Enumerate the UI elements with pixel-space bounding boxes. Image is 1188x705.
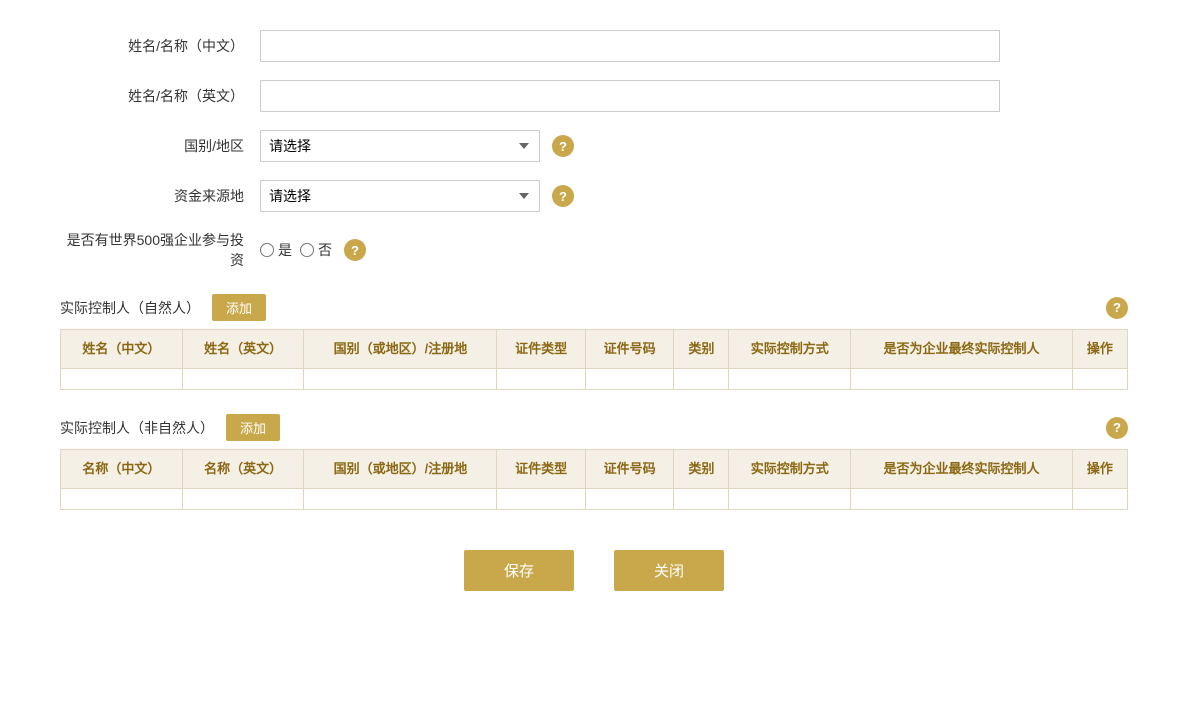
section1-header: 实际控制人（自然人） 添加 ? bbox=[60, 294, 1128, 321]
country-label: 国别/地区 bbox=[60, 136, 260, 156]
name-cn-row: 姓名/名称（中文） bbox=[60, 30, 1128, 62]
name-en-label: 姓名/名称（英文） bbox=[60, 86, 260, 106]
section1-col-name-en: 姓名（英文） bbox=[182, 330, 304, 369]
name-en-input[interactable] bbox=[260, 80, 1000, 112]
section2-col-name-en: 名称（英文） bbox=[182, 450, 304, 489]
fund-source-row: 资金来源地 请选择 ? bbox=[60, 180, 1128, 212]
form-container: 姓名/名称（中文） 姓名/名称（英文） 国别/地区 请选择 ? 资金来源地 请选… bbox=[60, 30, 1128, 591]
section2-col-is-ultimate: 是否为企业最终实际控制人 bbox=[851, 450, 1073, 489]
fund-source-select[interactable]: 请选择 bbox=[260, 180, 540, 212]
section2-col-name-cn: 名称（中文） bbox=[61, 450, 183, 489]
fund-source-help-icon[interactable]: ? bbox=[552, 185, 574, 207]
section2-col-operation: 操作 bbox=[1072, 450, 1127, 489]
section1-col-cert-no: 证件号码 bbox=[585, 330, 673, 369]
section1-title: 实际控制人（自然人） bbox=[60, 298, 200, 318]
footer-buttons: 保存 关闭 bbox=[60, 550, 1128, 591]
section2-col-country: 国别（或地区）/注册地 bbox=[304, 450, 497, 489]
yes-label: 是 bbox=[278, 240, 292, 260]
section1-col-name-cn: 姓名（中文） bbox=[61, 330, 183, 369]
close-button[interactable]: 关闭 bbox=[614, 550, 724, 591]
yes-radio[interactable] bbox=[260, 243, 274, 257]
section1-empty-row bbox=[61, 369, 1128, 390]
section1-header-row: 姓名（中文） 姓名（英文） 国别（或地区）/注册地 证件类型 证件号码 类别 实… bbox=[61, 330, 1128, 369]
country-row: 国别/地区 请选择 ? bbox=[60, 130, 1128, 162]
section2-add-button[interactable]: 添加 bbox=[226, 414, 280, 441]
section2-col-category: 类别 bbox=[674, 450, 729, 489]
section1-col-country: 国别（或地区）/注册地 bbox=[304, 330, 497, 369]
no-radio[interactable] bbox=[300, 243, 314, 257]
section2-table: 名称（中文） 名称（英文） 国别（或地区）/注册地 证件类型 证件号码 类别 实… bbox=[60, 449, 1128, 510]
fortune500-help-icon[interactable]: ? bbox=[344, 239, 366, 261]
country-select[interactable]: 请选择 bbox=[260, 130, 540, 162]
section1-table: 姓名（中文） 姓名（英文） 国别（或地区）/注册地 证件类型 证件号码 类别 实… bbox=[60, 329, 1128, 390]
section1-help-icon[interactable]: ? bbox=[1106, 297, 1128, 319]
section2-help-icon[interactable]: ? bbox=[1106, 417, 1128, 439]
fortune500-radio-group: 是 否 bbox=[260, 240, 332, 260]
section1-col-control-method: 实际控制方式 bbox=[729, 330, 851, 369]
section2-header-row: 名称（中文） 名称（英文） 国别（或地区）/注册地 证件类型 证件号码 类别 实… bbox=[61, 450, 1128, 489]
section2-col-control-method: 实际控制方式 bbox=[729, 450, 851, 489]
section1-col-is-ultimate: 是否为企业最终实际控制人 bbox=[851, 330, 1073, 369]
section1-col-category: 类别 bbox=[674, 330, 729, 369]
fortune500-row: 是否有世界500强企业参与投资 是 否 ? bbox=[60, 230, 1128, 270]
section1-col-cert-type: 证件类型 bbox=[497, 330, 585, 369]
section2-header: 实际控制人（非自然人） 添加 ? bbox=[60, 414, 1128, 441]
section1-col-operation: 操作 bbox=[1072, 330, 1127, 369]
section1-add-button[interactable]: 添加 bbox=[212, 294, 266, 321]
fund-source-label: 资金来源地 bbox=[60, 186, 260, 206]
yes-radio-label[interactable]: 是 bbox=[260, 240, 292, 260]
section2-col-cert-no: 证件号码 bbox=[585, 450, 673, 489]
save-button[interactable]: 保存 bbox=[464, 550, 574, 591]
name-en-row: 姓名/名称（英文） bbox=[60, 80, 1128, 112]
country-help-icon[interactable]: ? bbox=[552, 135, 574, 157]
section2-empty-row bbox=[61, 489, 1128, 510]
section2-title: 实际控制人（非自然人） bbox=[60, 418, 214, 438]
section2-col-cert-type: 证件类型 bbox=[497, 450, 585, 489]
name-cn-label: 姓名/名称（中文） bbox=[60, 36, 260, 56]
no-radio-label[interactable]: 否 bbox=[300, 240, 332, 260]
no-label: 否 bbox=[318, 240, 332, 260]
fortune500-label: 是否有世界500强企业参与投资 bbox=[60, 230, 260, 270]
name-cn-input[interactable] bbox=[260, 30, 1000, 62]
